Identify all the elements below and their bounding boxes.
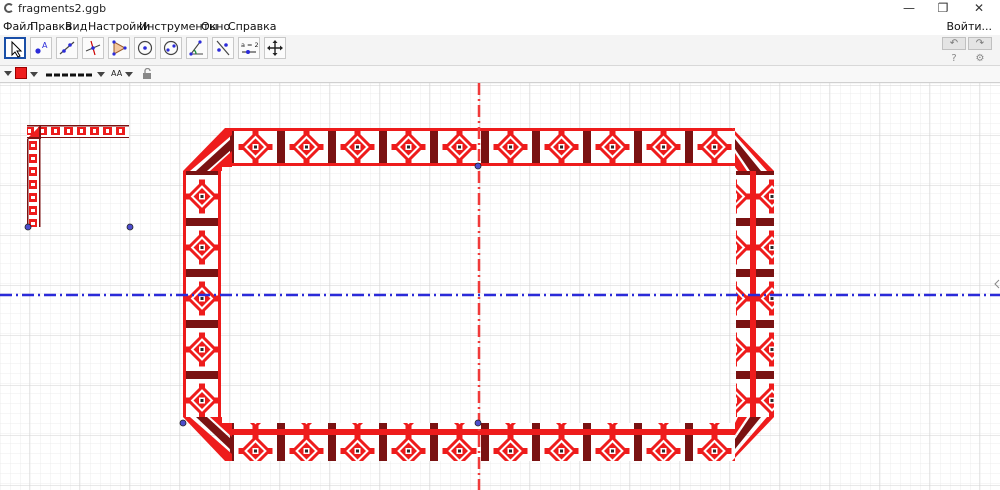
style-bar: AA bbox=[0, 66, 1000, 83]
point-icon: A bbox=[35, 41, 48, 54]
redo-button[interactable]: ↷ bbox=[968, 37, 992, 50]
polygon-icon bbox=[112, 40, 127, 56]
move-view-tool-button[interactable] bbox=[264, 37, 286, 59]
frame-bottom-border bbox=[230, 423, 735, 461]
menu-file[interactable]: Файл bbox=[3, 20, 33, 33]
graphics-canvas[interactable] bbox=[0, 83, 1000, 490]
frame-top-border bbox=[230, 128, 735, 166]
chevron-down-icon[interactable] bbox=[96, 70, 106, 80]
point-bottom-center[interactable] bbox=[474, 419, 482, 427]
restore-button[interactable]: ❐ bbox=[926, 0, 960, 18]
menu-help[interactable]: Справка bbox=[228, 20, 276, 33]
line-style-icon[interactable] bbox=[45, 70, 97, 80]
svg-text:A: A bbox=[42, 41, 48, 50]
reflect-line-icon bbox=[216, 40, 230, 56]
move-tool-button[interactable] bbox=[4, 37, 26, 59]
slider-label: a = 2 bbox=[241, 41, 258, 49]
text-size-label[interactable]: AA bbox=[111, 69, 122, 78]
color-swatch[interactable] bbox=[15, 67, 27, 79]
reflect-tool-button[interactable] bbox=[212, 37, 234, 59]
chevron-down-icon[interactable] bbox=[124, 70, 134, 80]
circle-tool-button[interactable] bbox=[134, 37, 156, 59]
line-icon bbox=[59, 41, 75, 55]
cursor-arrow-icon bbox=[11, 40, 23, 58]
circle-icon bbox=[137, 40, 153, 56]
minimize-button[interactable]: — bbox=[892, 0, 926, 18]
undo-redo-group: ↶ ↷ bbox=[942, 37, 994, 51]
unlock-icon[interactable] bbox=[141, 68, 153, 80]
point-bottom-left[interactable] bbox=[179, 419, 187, 427]
point-small-fragment-right[interactable] bbox=[126, 223, 134, 231]
point-tool-button[interactable]: A bbox=[30, 37, 52, 59]
point-top-center[interactable] bbox=[474, 162, 482, 170]
window-title: fragments2.ggb bbox=[18, 2, 107, 15]
conic-tool-button[interactable] bbox=[160, 37, 182, 59]
graphics-view[interactable] bbox=[0, 83, 1000, 490]
angle-icon bbox=[189, 40, 203, 56]
ellipse-icon bbox=[163, 40, 179, 56]
line-tool-button[interactable] bbox=[56, 37, 78, 59]
gear-icon[interactable]: ⚙ bbox=[974, 53, 986, 65]
menu-window[interactable]: Окно bbox=[201, 20, 230, 33]
slider-tool-button[interactable]: a = 2 bbox=[238, 37, 260, 59]
chevron-down-icon[interactable] bbox=[29, 70, 39, 80]
toggle-stylebar-icon[interactable] bbox=[2, 67, 16, 81]
title-bar: fragments2.ggb — ❐ ✕ bbox=[0, 0, 1000, 18]
close-button[interactable]: ✕ bbox=[962, 0, 996, 18]
point-small-fragment-corner[interactable] bbox=[24, 223, 32, 231]
perpendicular-line-icon bbox=[85, 40, 101, 56]
polygon-tool-button[interactable] bbox=[108, 37, 130, 59]
toolbar: A a = 2 ↶ ↷ ? ⚙ bbox=[0, 35, 1000, 66]
move-view-icon bbox=[267, 40, 283, 56]
menu-bar: Файл Правка Вид Настройки Инструменты Ок… bbox=[0, 18, 1000, 35]
slider-icon: a = 2 bbox=[241, 41, 258, 54]
undo-button[interactable]: ↶ bbox=[942, 37, 966, 50]
perpendicular-line-tool-button[interactable] bbox=[82, 37, 104, 59]
sign-in-link[interactable]: Войти... bbox=[947, 20, 992, 33]
angle-tool-button[interactable] bbox=[186, 37, 208, 59]
menu-view[interactable]: Вид bbox=[65, 20, 87, 33]
help-icon[interactable]: ? bbox=[948, 53, 960, 65]
geogebra-icon bbox=[4, 3, 14, 13]
